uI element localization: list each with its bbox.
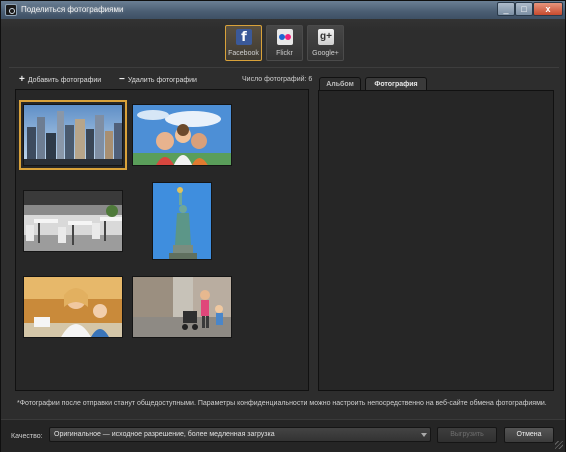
quality-value: Оригинальное — исходное разрешение, боле…	[54, 431, 275, 438]
cafe-tables-image	[24, 191, 122, 251]
photo-thumbnail-family[interactable]	[23, 276, 123, 338]
quality-dropdown[interactable]: Оригинальное — исходное разрешение, боле…	[49, 427, 431, 442]
photo-thumbnail-city[interactable]	[19, 100, 127, 170]
google-plus-label: Google+	[312, 50, 339, 57]
photo-thumbnail-street[interactable]	[132, 276, 232, 338]
cancel-button[interactable]: Отмена	[504, 427, 554, 443]
privacy-notice: *Фотографии после отправки станут общедо…	[17, 400, 547, 407]
photo-thumbnail-cafe[interactable]	[23, 190, 123, 252]
facebook-button[interactable]: f Facebook	[225, 25, 262, 61]
flickr-button[interactable]: Flickr	[266, 25, 303, 61]
mother-and-child-image	[24, 277, 122, 337]
google-plus-icon: g+	[318, 29, 334, 45]
upload-button[interactable]: Выгрузить	[437, 427, 497, 443]
tab-album[interactable]: Альбом	[319, 77, 361, 91]
facebook-icon: f	[236, 29, 252, 45]
flickr-label: Flickr	[276, 50, 293, 57]
photo-details-panel	[318, 90, 554, 391]
resize-grip[interactable]	[555, 441, 563, 449]
photo-count: Число фотографий: 6	[242, 76, 313, 83]
add-photos-button[interactable]: + Добавить фотографии	[19, 74, 101, 85]
window-title: Поделиться фотографиями	[21, 5, 124, 14]
remove-photos-button[interactable]: − Удалить фотографии	[119, 74, 197, 85]
service-toolbar: f Facebook Flickr g+ Google+	[225, 25, 344, 61]
plus-icon: +	[19, 74, 25, 85]
quality-label: Качество:	[11, 433, 43, 440]
minus-icon: −	[119, 74, 125, 85]
facebook-label: Facebook	[228, 50, 259, 57]
remove-photos-label: Удалить фотографии	[127, 77, 197, 84]
tab-photo[interactable]: Фотография	[365, 77, 427, 91]
divider	[9, 67, 559, 68]
chevron-down-icon	[421, 433, 427, 437]
city-skyline-image	[24, 105, 122, 165]
photo-grid	[15, 89, 309, 391]
flickr-icon	[277, 29, 293, 45]
close-button[interactable]: x	[533, 2, 563, 16]
app-icon	[5, 4, 17, 16]
share-photos-window: Поделиться фотографиями _ □ x f Facebook…	[0, 0, 566, 452]
street-stroller-image	[133, 277, 231, 337]
maximize-button[interactable]: □	[515, 2, 533, 16]
title-bar[interactable]: Поделиться фотографиями _ □ x	[1, 1, 565, 19]
group-selfie-image	[133, 105, 231, 165]
photo-thumbnail-liberty[interactable]	[152, 182, 212, 260]
statue-of-liberty-image	[153, 183, 211, 259]
minimize-button[interactable]: _	[497, 2, 515, 16]
add-photos-label: Добавить фотографии	[27, 77, 102, 84]
photo-thumbnail-group[interactable]	[132, 104, 232, 166]
google-plus-button[interactable]: g+ Google+	[307, 25, 344, 61]
